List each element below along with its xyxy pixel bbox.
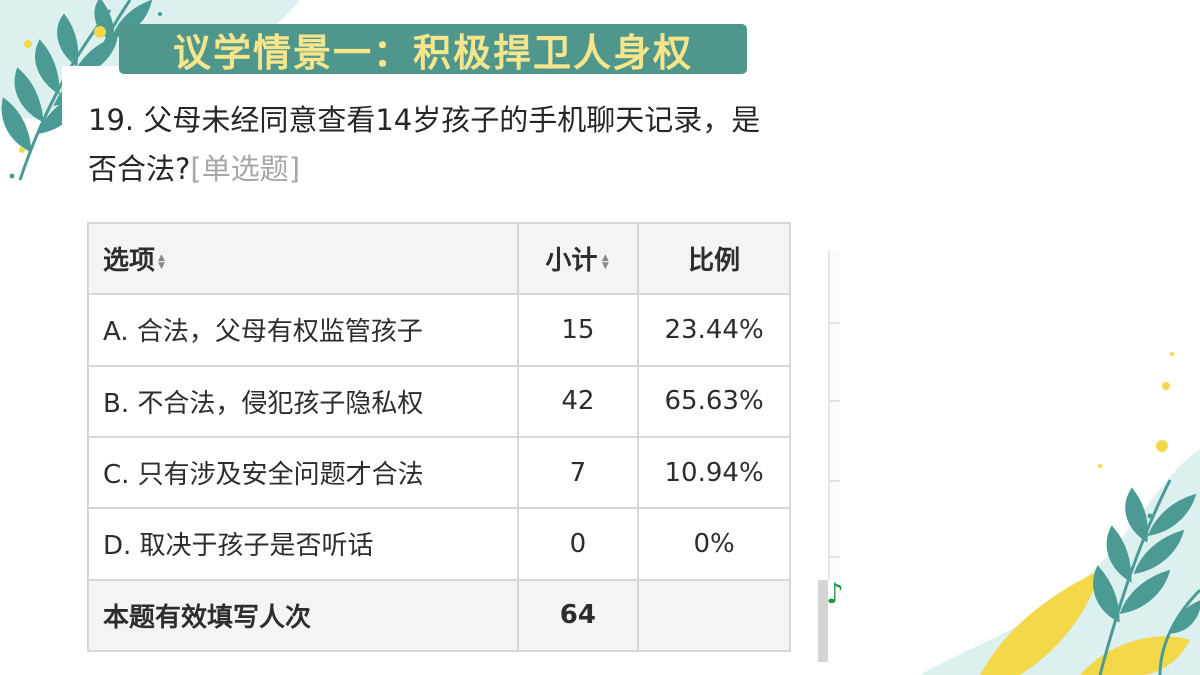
header-count-label: 小计 (545, 246, 598, 277)
table-row: C. 只有涉及安全问题才合法 7 10.94% (87, 435, 791, 510)
results-table: 选项 ▲ ▼ 小计 ▲ ▼ 比例 A. 合法，父母有权监管孩子 15 23.44% B.… (87, 221, 791, 653)
row-count: 7 (516, 435, 640, 510)
row-option: C. 只有涉及安全问题才合法 (87, 435, 519, 510)
total-ratio (637, 578, 791, 653)
row-count: 42 (516, 364, 640, 438)
total-label: 本题有效填写人次 (87, 578, 519, 653)
row-ratio: 65.63% (637, 364, 791, 438)
header-ratio: 比例 (637, 221, 791, 296)
title-banner: 议学情景一：积极捍卫人身权 (119, 24, 747, 75)
row-count: 0 (516, 507, 640, 581)
row-option: B. 不合法，侵犯孩子隐私权 (87, 364, 519, 438)
table-header-row: 选项 ▲ ▼ 小计 ▲ ▼ 比例 (87, 221, 791, 296)
table-row: D. 取决于孩子是否听话 0 0% (87, 507, 791, 581)
row-ratio: 23.44% (637, 293, 791, 367)
row-count: 15 (516, 293, 640, 367)
bottom-right-leaves-decoration (920, 352, 1200, 675)
side-panel-edge (828, 250, 840, 580)
table-total-row: 本题有效填写人次 64 (87, 578, 791, 653)
header-option-label: 选项 (103, 246, 156, 277)
total-count: 64 (516, 578, 640, 653)
sort-icon[interactable]: ▲ ▼ (600, 253, 610, 270)
sort-icon[interactable]: ▲ ▼ (158, 253, 168, 270)
question-text: 19. 父母未经同意查看14岁孩子的手机聊天记录，是否合法? (88, 103, 761, 186)
row-ratio: 10.94% (637, 435, 791, 510)
header-count[interactable]: 小计 ▲ ▼ (516, 221, 640, 296)
slide-title: 议学情景一：积极捍卫人身权 (172, 30, 693, 75)
row-option: D. 取决于孩子是否听话 (87, 507, 519, 581)
row-option: A. 合法，父母有权监管孩子 (87, 293, 519, 367)
row-ratio: 0% (637, 507, 791, 581)
table-row: B. 不合法，侵犯孩子隐私权 42 65.63% (87, 364, 791, 438)
music-note-icon[interactable]: ♪ (826, 578, 852, 610)
header-option[interactable]: 选项 ▲ ▼ (87, 221, 519, 296)
question-text-block: 19. 父母未经同意查看14岁孩子的手机聊天记录，是否合法?[单选题] (88, 96, 788, 194)
question-type-tag: [单选题] (190, 152, 301, 186)
header-ratio-label: 比例 (688, 246, 741, 277)
table-row: A. 合法，父母有权监管孩子 15 23.44% (87, 293, 791, 367)
